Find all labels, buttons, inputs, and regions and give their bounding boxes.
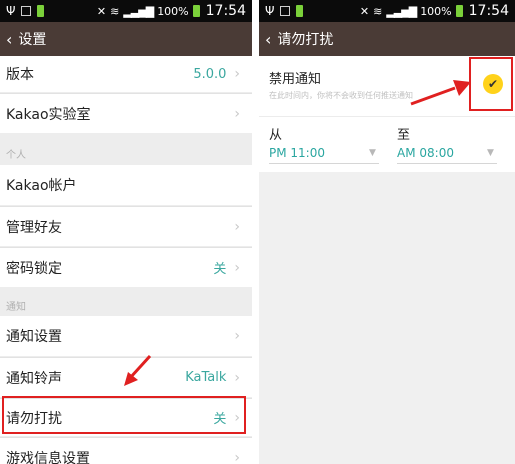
row-label: 版本 (6, 67, 34, 83)
from-label: 从 (269, 128, 283, 143)
title-bar: ‹ 请勿打扰 (259, 22, 515, 56)
settings-screen: Ψ ✕ ≋ ▂▃▅▇ 100% 17:54 ‹ 设置 版本 5.0.0 › Ka… (0, 0, 252, 464)
chevron-right-icon: › (234, 449, 240, 464)
title-bar: ‹ 设置 (0, 22, 252, 56)
usb-icon: Ψ (6, 4, 16, 18)
do-not-disturb-screen: Ψ ✕ ≋ ▂▃▅▇ 100% 17:54 ‹ 请勿打扰 禁用通知 在此时间内，… (259, 0, 515, 464)
chevron-right-icon: › (234, 369, 240, 386)
chevron-right-icon: › (234, 328, 240, 344)
signal-icon: ▂▃▅▇ (386, 4, 417, 18)
wifi-icon: ≋ (110, 4, 120, 18)
chevron-right-icon: › (234, 105, 240, 122)
to-label: 至 (397, 128, 411, 143)
row-kakao-account[interactable]: Kakao帐户 (0, 165, 252, 205)
chevron-right-icon: › (234, 259, 240, 276)
row-label: 通知设置 (6, 329, 62, 345)
back-icon[interactable]: ‹ (6, 30, 12, 49)
image-icon (280, 6, 291, 16)
from-underline (269, 163, 379, 164)
divider (259, 116, 515, 117)
highlight-box (2, 396, 246, 434)
page-title: 设置 (18, 32, 47, 48)
row-label: 管理好友 (6, 219, 62, 236)
signal-icon: ▂▃▅▇ (123, 4, 154, 18)
section-header-personal: 个人 (6, 150, 26, 161)
chevron-right-icon: › (234, 66, 240, 82)
from-time-picker[interactable]: PM 11:00 (269, 146, 325, 160)
row-label: Kakao帐户 (6, 178, 77, 194)
version-value: 5.0.0 (193, 66, 227, 82)
dropdown-arrow-icon: ▼ (369, 148, 376, 158)
row-label: 通知铃声 (6, 370, 62, 387)
status-bar: Ψ ✕ ≋ ▂▃▅▇ 100% 17:54 (0, 0, 252, 22)
status-bar: Ψ ✕ ≋ ▂▃▅▇ 100% 17:54 (259, 0, 515, 22)
battery-small-icon (37, 5, 45, 17)
back-icon[interactable]: ‹ (265, 30, 271, 49)
battery-small-icon (296, 5, 304, 17)
battery-percent: 100% (420, 4, 452, 18)
highlight-box (469, 57, 513, 111)
mute-icon: ✕ (96, 4, 107, 18)
battery-icon (455, 5, 463, 17)
row-label: 密码锁定 (6, 260, 62, 277)
row-passcode-lock[interactable]: 密码锁定 关 › (0, 247, 252, 287)
wifi-icon: ≋ (373, 4, 383, 18)
row-label: 游戏信息设置 (6, 450, 90, 464)
row-kakao-lab[interactable]: Kakao实验室 › (0, 93, 252, 133)
annotation-arrow (410, 80, 471, 106)
row-manage-friends[interactable]: 管理好友 › (0, 206, 252, 246)
row-game-info[interactable]: 游戏信息设置 › (0, 437, 252, 464)
mute-notifications-label: 禁用通知 (269, 72, 322, 87)
section-header-notify: 通知 (6, 302, 26, 313)
clock: 17:54 (468, 3, 509, 19)
annotation-arrow (124, 354, 152, 386)
passcode-value: 关 (213, 262, 227, 277)
dropdown-arrow-icon: ▼ (487, 148, 494, 158)
mute-icon: ✕ (359, 4, 370, 18)
battery-icon (192, 5, 200, 17)
battery-percent: 100% (157, 4, 189, 18)
chevron-right-icon: › (234, 218, 240, 235)
row-label: Kakao实验室 (6, 106, 91, 123)
to-time-picker[interactable]: AM 08:00 (397, 146, 454, 160)
clock: 17:54 (205, 3, 246, 19)
row-notification-settings[interactable]: 通知设置 › (0, 316, 252, 356)
usb-icon: Ψ (265, 4, 275, 18)
ringtone-value: KaTalk (185, 370, 227, 385)
page-title: 请勿打扰 (277, 32, 334, 48)
image-icon (21, 6, 32, 16)
to-underline (397, 163, 497, 164)
row-version[interactable]: 版本 5.0.0 › (0, 56, 252, 92)
mute-notifications-description: 在此时间内，你将不会收到任何推送通知 (269, 91, 413, 100)
